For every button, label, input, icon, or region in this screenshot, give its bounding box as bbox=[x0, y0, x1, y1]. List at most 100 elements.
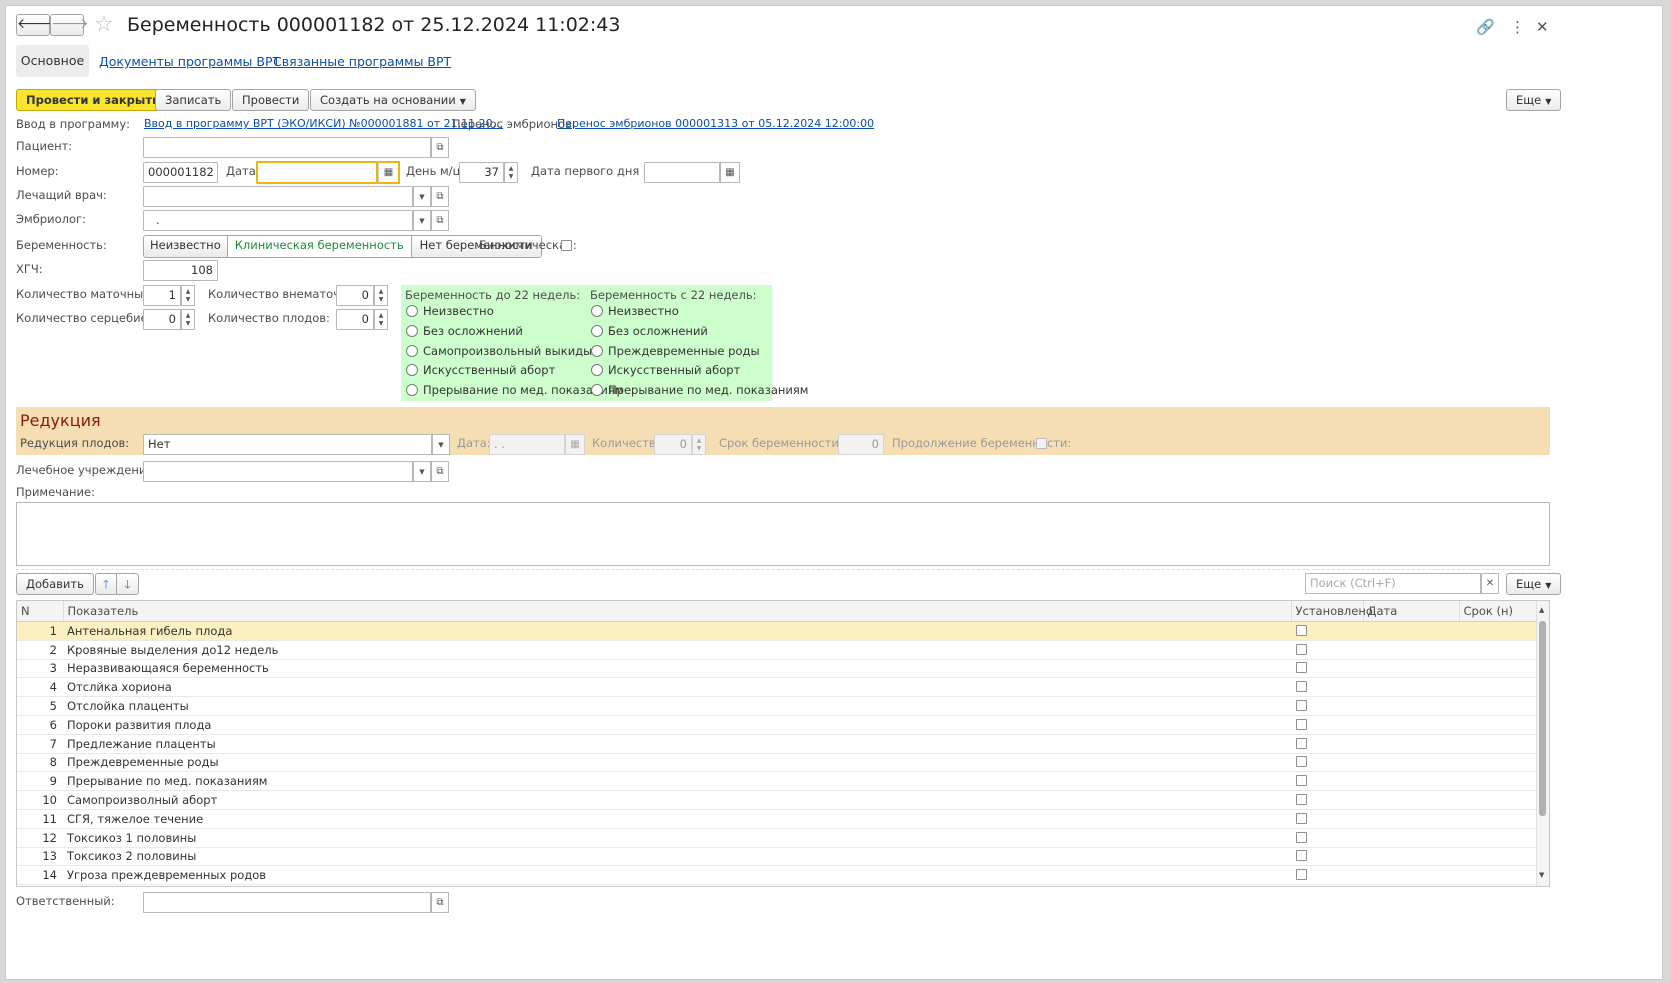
table-row[interactable]: 9 Прерывание по мед. показаниям bbox=[17, 771, 1537, 792]
row-established-checkbox[interactable] bbox=[1296, 794, 1307, 806]
table-row[interactable]: 8 Преждевременные роды bbox=[17, 753, 1537, 773]
column-header-indicator[interactable]: Показатель bbox=[63, 601, 1292, 622]
row-established-checkbox[interactable] bbox=[1296, 812, 1307, 824]
facility-dropdown-button[interactable]: ▼ bbox=[413, 461, 431, 482]
embryologist-field[interactable]: . bbox=[143, 210, 413, 231]
table-search-clear-button[interactable]: ✕ bbox=[1481, 573, 1499, 594]
table-row[interactable]: 14 Угроза преждевременных родов bbox=[17, 865, 1537, 886]
row-established-checkbox[interactable] bbox=[1296, 737, 1307, 749]
before22-radio-miscarriage[interactable] bbox=[406, 345, 418, 357]
fetuses-count-stepper[interactable]: ▲ ▼ bbox=[374, 309, 388, 330]
row-established-cell[interactable] bbox=[1291, 790, 1363, 810]
after22-radio-unknown[interactable] bbox=[591, 305, 603, 317]
row-established-cell[interactable] bbox=[1291, 753, 1363, 773]
row-date-cell[interactable] bbox=[1363, 696, 1459, 716]
row-established-cell[interactable] bbox=[1291, 677, 1363, 698]
embryo-transfer-link[interactable]: Перенос эмбрионов 000001313 от 05.12.202… bbox=[557, 116, 874, 132]
table-row[interactable]: 3 Неразвивающаяся беременность bbox=[17, 659, 1537, 679]
scroll-up-arrow-icon[interactable]: ▲ bbox=[1539, 606, 1544, 614]
after22-radio-preterm[interactable] bbox=[591, 345, 603, 357]
table-row[interactable]: 1 Антенальная гибель плода bbox=[17, 621, 1537, 641]
row-established-checkbox[interactable] bbox=[1296, 624, 1307, 636]
row-term-cell[interactable] bbox=[1459, 884, 1537, 886]
before22-radio-medical[interactable] bbox=[406, 384, 418, 396]
row-term-cell[interactable] bbox=[1459, 734, 1537, 754]
table-row[interactable]: 10 Самопроизволный аборт bbox=[17, 790, 1537, 810]
before22-radio-unknown[interactable] bbox=[406, 305, 418, 317]
row-established-cell[interactable] bbox=[1291, 865, 1363, 886]
facility-field[interactable] bbox=[143, 461, 413, 482]
row-term-cell[interactable] bbox=[1459, 771, 1537, 792]
embryologist-dropdown-button[interactable]: ▼ bbox=[413, 210, 431, 231]
row-established-cell[interactable] bbox=[1291, 659, 1363, 679]
biochemical-checkbox[interactable] bbox=[561, 240, 572, 251]
reduction-date-calendar-button[interactable]: ▦ bbox=[565, 434, 585, 455]
uterine-count-field[interactable]: 1 bbox=[143, 285, 181, 306]
table-row[interactable]: 2 Кровяные выделения до12 недель bbox=[17, 640, 1537, 660]
row-date-cell[interactable] bbox=[1363, 734, 1459, 754]
add-row-button[interactable]: Добавить bbox=[16, 573, 94, 595]
table-row[interactable]: 7 Предлежание плаценты bbox=[17, 734, 1537, 754]
row-date-cell[interactable] bbox=[1363, 809, 1459, 829]
doctor-field[interactable] bbox=[143, 186, 413, 207]
reduction-date-field[interactable]: . . bbox=[489, 434, 565, 455]
row-date-cell[interactable] bbox=[1363, 771, 1459, 792]
close-icon[interactable]: ✕ bbox=[1536, 18, 1549, 36]
patient-open-button[interactable]: ⧉ bbox=[431, 137, 449, 158]
table-search-input[interactable]: Поиск (Ctrl+F) bbox=[1305, 573, 1481, 594]
facility-open-button[interactable]: ⧉ bbox=[431, 461, 449, 482]
date-calendar-button[interactable]: ▦ bbox=[378, 161, 400, 184]
row-established-checkbox[interactable] bbox=[1296, 831, 1307, 843]
number-field[interactable]: 000001182 bbox=[143, 162, 218, 183]
row-term-cell[interactable] bbox=[1459, 696, 1537, 716]
row-date-cell[interactable] bbox=[1363, 640, 1459, 660]
tab-related-programs[interactable]: Связанные программы ВРТ bbox=[273, 54, 451, 69]
row-established-cell[interactable] bbox=[1291, 696, 1363, 716]
pregnancy-option-clinical[interactable]: Клиническая беременность bbox=[227, 236, 412, 257]
reduction-count-field[interactable]: 0 bbox=[654, 434, 692, 455]
heartbeats-count-stepper[interactable]: ▲ ▼ bbox=[181, 309, 195, 330]
note-textarea[interactable] bbox=[16, 502, 1550, 566]
row-established-cell[interactable] bbox=[1291, 734, 1363, 754]
row-established-checkbox[interactable] bbox=[1296, 700, 1307, 712]
first-day-field[interactable] bbox=[644, 162, 720, 183]
move-up-button[interactable]: 🡑 bbox=[95, 573, 117, 595]
row-established-cell[interactable] bbox=[1291, 715, 1363, 735]
row-date-cell[interactable] bbox=[1363, 715, 1459, 735]
table-row[interactable]: 13 Токсикоз 2 половины bbox=[17, 847, 1537, 867]
embryologist-open-button[interactable]: ⧉ bbox=[431, 210, 449, 231]
row-established-checkbox[interactable] bbox=[1296, 850, 1307, 862]
row-date-cell[interactable] bbox=[1363, 884, 1459, 886]
ectopic-count-field[interactable]: 0 bbox=[336, 285, 374, 306]
post-button[interactable]: Провести bbox=[232, 89, 310, 111]
row-term-cell[interactable] bbox=[1459, 809, 1537, 829]
link-icon[interactable]: 🔗 bbox=[1476, 18, 1495, 36]
program-entry-link[interactable]: Ввод в программу ВРТ (ЭКО/ИКСИ) №0000018… bbox=[144, 116, 503, 132]
table-more-button[interactable]: Еще ▼ bbox=[1506, 573, 1562, 595]
row-established-checkbox[interactable] bbox=[1296, 869, 1307, 881]
table-row[interactable]: 4 Отслйка хориона bbox=[17, 677, 1537, 698]
row-date-cell[interactable] bbox=[1363, 865, 1459, 886]
row-established-checkbox[interactable] bbox=[1296, 718, 1307, 730]
doctor-dropdown-button[interactable]: ▼ bbox=[413, 186, 431, 207]
cycle-day-stepper[interactable]: ▲ ▼ bbox=[504, 162, 518, 183]
scrollbar-thumb[interactable] bbox=[1539, 621, 1546, 816]
row-date-cell[interactable] bbox=[1363, 659, 1459, 679]
row-term-cell[interactable] bbox=[1459, 790, 1537, 810]
more-vertical-icon[interactable]: ⋮ bbox=[1510, 18, 1525, 36]
row-date-cell[interactable] bbox=[1363, 847, 1459, 867]
post-and-close-button[interactable]: Провести и закрыть bbox=[16, 89, 170, 111]
heartbeats-count-field[interactable]: 0 bbox=[143, 309, 181, 330]
row-term-cell[interactable] bbox=[1459, 865, 1537, 886]
fetuses-count-field[interactable]: 0 bbox=[336, 309, 374, 330]
row-established-cell[interactable] bbox=[1291, 771, 1363, 792]
uterine-count-stepper[interactable]: ▲ ▼ bbox=[181, 285, 195, 306]
row-term-cell[interactable] bbox=[1459, 753, 1537, 773]
reduction-field[interactable]: Нет bbox=[143, 434, 432, 455]
back-button[interactable]: 🡐 bbox=[16, 14, 55, 36]
row-established-checkbox[interactable] bbox=[1296, 681, 1307, 693]
row-term-cell[interactable] bbox=[1459, 640, 1537, 660]
responsible-open-button[interactable]: ⧉ bbox=[431, 892, 449, 913]
row-established-cell[interactable] bbox=[1291, 884, 1363, 886]
table-scrollbar[interactable]: ▲ ▼ bbox=[1536, 601, 1549, 886]
